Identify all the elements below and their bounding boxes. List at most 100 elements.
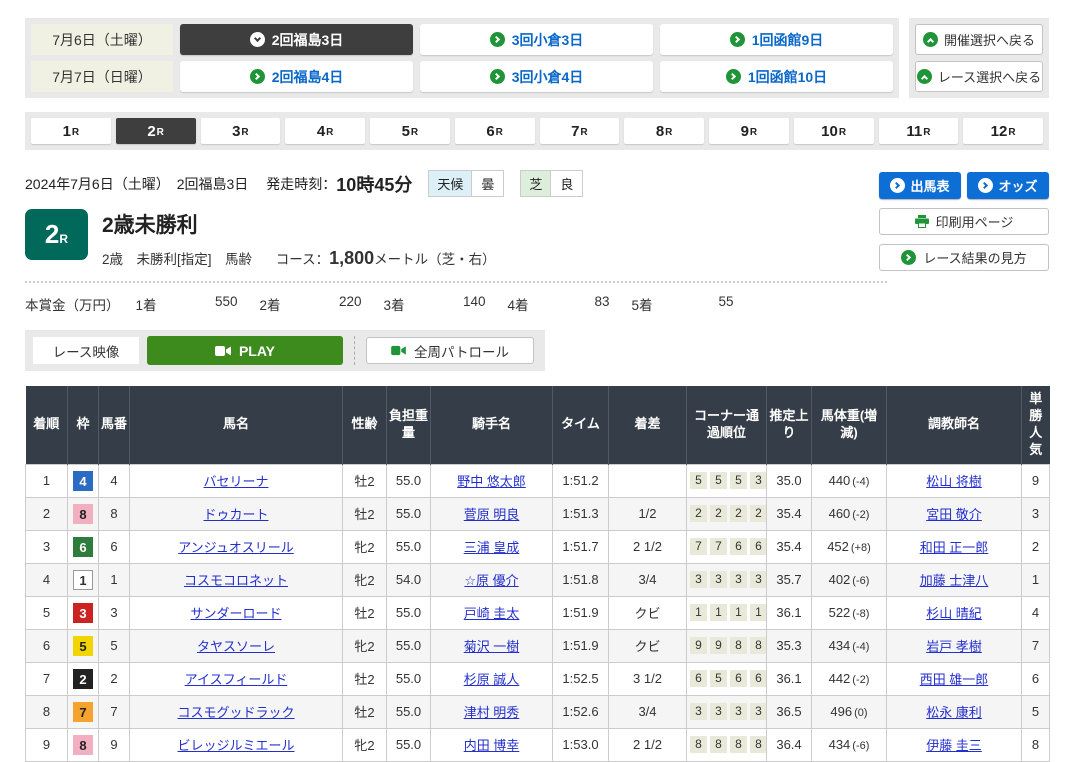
prize-place: 5着 [632,294,678,314]
tab-race-9r[interactable]: 9R [709,118,789,144]
prize-place: 2着 [260,294,306,314]
weather-value: 曇 [471,171,503,196]
jockey-link[interactable]: 内田 博幸 [464,738,520,753]
body-weight-cell: 452(+8) [812,530,887,563]
play-video-button[interactable]: PLAY [147,336,343,365]
tab-race-3r[interactable]: 3R [201,118,281,144]
print-page-button[interactable]: 印刷用ページ [879,208,1049,235]
trainer-link[interactable]: 西田 雄一郎 [920,672,989,687]
back-button[interactable]: レース選択へ戻る [915,61,1043,92]
trainer-link[interactable]: 松山 将樹 [926,474,982,489]
trainer-link[interactable]: 和田 正一郎 [920,540,989,555]
prize-item: 4着83 [508,294,632,314]
jockey-link[interactable]: 野中 悠太郎 [457,474,526,489]
corner-position: 1 [730,604,747,621]
tab-race-7r[interactable]: 7R [540,118,620,144]
jockey-cell: 三浦 皇成 [431,530,553,563]
tab-race-2r[interactable]: 2R [116,118,196,144]
tab-race-10r[interactable]: 10R [794,118,874,144]
meeting-button[interactable]: 2回福島3日 [180,24,413,55]
tab-number: 12 [991,123,1008,140]
frame-cell: 3 [68,596,99,629]
print-page-label: 印刷用ページ [936,212,1014,231]
corner-position: 6 [750,670,767,687]
body-weight: 442 [829,671,851,686]
chevron-up-icon [917,69,932,84]
corner-order: 1111 [690,604,767,621]
tab-race-8r[interactable]: 8R [624,118,704,144]
finish-time: 1:53.0 [553,728,609,761]
jockey-link[interactable]: ☆原 優介 [464,573,518,588]
finish-time: 1:52.5 [553,662,609,695]
horse-name-link[interactable]: ドゥカート [203,507,268,522]
win-popularity: 1 [1022,563,1050,596]
patrol-video-button[interactable]: 全周パトロール [366,337,534,364]
horse-name-link[interactable]: タヤスソーレ [197,639,275,654]
corner-position: 2 [750,505,767,522]
jockey-link[interactable]: 菊沢 一樹 [464,639,520,654]
odds-button[interactable]: オッズ [967,172,1049,199]
trainer-link[interactable]: 宮田 敬介 [926,507,982,522]
tab-race-6r[interactable]: 6R [455,118,535,144]
corner-order-cell: 7766 [687,530,767,563]
horse-name-link[interactable]: コスモコロネット [184,573,288,588]
sex-age: 牝2 [343,728,387,761]
tab-race-1r[interactable]: 1R [31,118,111,144]
finish-position: 3 [26,530,68,563]
corner-position: 6 [730,538,747,555]
horse-name-link[interactable]: アンジュオスリール [178,540,294,555]
jockey-link[interactable]: 戸崎 圭太 [464,606,520,621]
frame-cell: 8 [68,497,99,530]
date-label: 7月7日（日曜） [31,61,173,92]
trainer-link[interactable]: 加藤 士津八 [920,573,989,588]
jockey-link[interactable]: 菅原 明良 [464,507,520,522]
corner-position: 2 [690,505,707,522]
frame-number-badge: 6 [73,537,93,557]
body-weight-change: (+8) [851,542,871,554]
trainer-link[interactable]: 松永 康利 [926,705,982,720]
tab-suffix: R [72,127,79,138]
horse-name-link[interactable]: バセリーナ [203,474,268,489]
meeting-button[interactable]: 3回小倉4日 [420,61,653,92]
chevron-right-icon [978,178,993,193]
horse-name-link[interactable]: コスモグッドラック [177,705,294,720]
horse-name-link[interactable]: サンダーロード [190,606,281,621]
meeting-button[interactable]: 3回小倉3日 [420,24,653,55]
meeting-button[interactable]: 1回函館9日 [660,24,893,55]
chevron-up-icon [923,32,938,47]
win-popularity: 3 [1022,497,1050,530]
margin: 1/2 [609,497,687,530]
tab-number: 9 [741,123,749,140]
tab-race-4r[interactable]: 4R [285,118,365,144]
meeting-select-panel: 7月6日（土曜）2回福島3日3回小倉3日1回函館9日7月7日（日曜）2回福島4日… [25,18,899,98]
body-weight: 452 [827,539,849,554]
finish-position: 5 [26,596,68,629]
tab-race-5r[interactable]: 5R [370,118,450,144]
column-header: 性齢 [343,386,387,464]
tab-race-11r[interactable]: 11R [879,118,959,144]
prize-label: 本賞金（万円） [25,294,120,314]
chevron-right-icon [730,32,745,47]
jockey-link[interactable]: 三浦 皇成 [464,540,520,555]
jockey-cell: 戸崎 圭太 [431,596,553,629]
jockey-link[interactable]: 津村 明秀 [464,705,520,720]
trainer-link[interactable]: 伊藤 圭三 [926,738,982,753]
results-guide-button[interactable]: レース結果の見方 [879,244,1049,271]
frame-number-badge: 3 [73,603,93,623]
horse-name-link[interactable]: アイスフィールド [185,672,288,687]
back-button[interactable]: 開催選択へ戻る [915,24,1043,55]
horse-name-cell: アイスフィールド [130,662,343,695]
horse-name-link[interactable]: ビレッジルミエール [177,738,294,753]
horse-name-cell: コスモコロネット [130,563,343,596]
body-weight-change: (-8) [852,608,869,620]
jockey-link[interactable]: 杉原 誠人 [464,672,520,687]
trainer-link[interactable]: 岩戸 孝樹 [926,639,982,654]
entries-button[interactable]: 出馬表 [879,172,961,199]
meeting-button[interactable]: 2回福島4日 [180,61,413,92]
tab-race-12r[interactable]: 12R [963,118,1043,144]
trainer-link[interactable]: 杉山 晴紀 [926,606,982,621]
meeting-button[interactable]: 1回函館10日 [660,61,893,92]
finish-position: 4 [26,563,68,596]
jockey-cell: ☆原 優介 [431,563,553,596]
body-weight-change: (-2) [852,674,869,686]
